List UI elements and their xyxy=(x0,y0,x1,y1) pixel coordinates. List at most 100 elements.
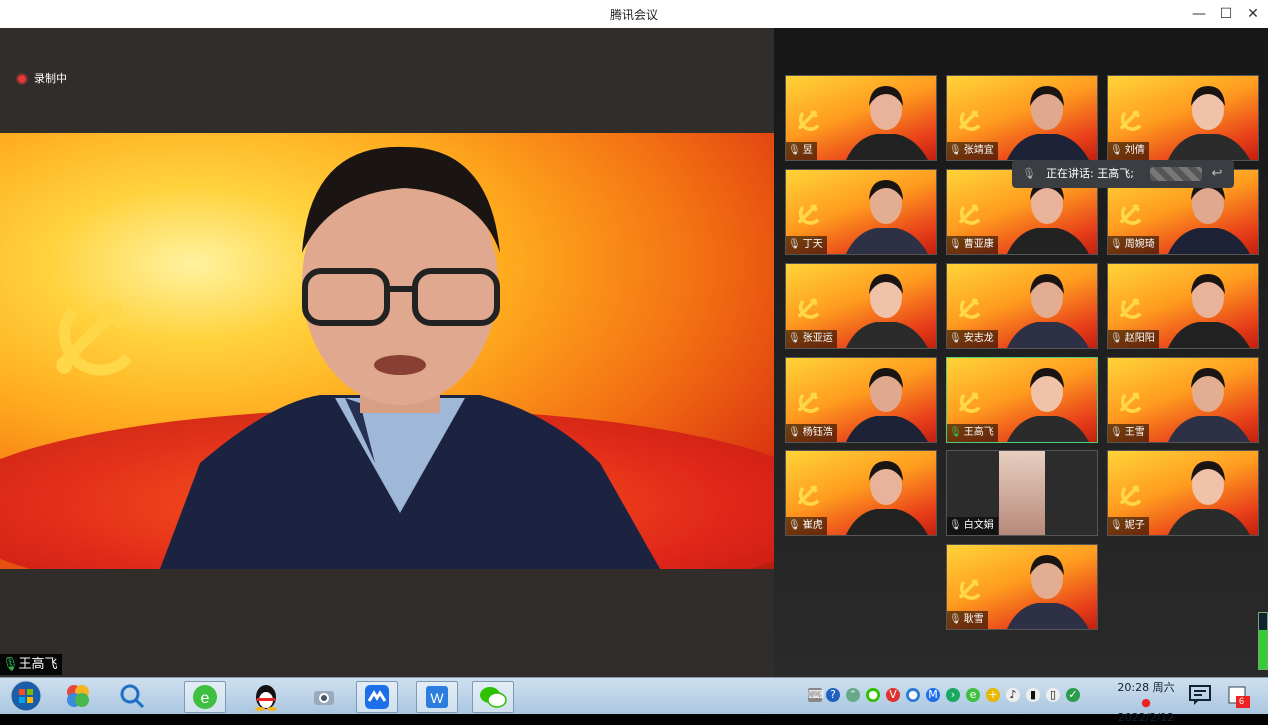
browser-tray-icon[interactable]: e xyxy=(966,688,980,702)
participant-tile[interactable]: 🎙 王雪 xyxy=(1107,357,1259,443)
network-signal-icon[interactable]: ▮ xyxy=(1026,688,1040,702)
app-flower-icon xyxy=(67,685,89,707)
maximize-button[interactable]: ☐ xyxy=(1215,3,1237,25)
microphone-icon: 🎙 xyxy=(2,657,19,672)
party-emblem-icon xyxy=(794,198,824,232)
participant-tile[interactable]: 🎙 白文娟 xyxy=(946,450,1098,536)
tencent-meeting-tray-icon[interactable]: M xyxy=(926,688,940,702)
microphone-icon: 🎙 xyxy=(949,333,962,344)
party-emblem-icon xyxy=(955,104,985,138)
audio-level-fill xyxy=(1259,629,1267,669)
participant-tile[interactable]: 🎙 杨钰浩 xyxy=(785,357,937,443)
participant-name-label: 🎙 白文娟 xyxy=(947,517,998,535)
participant-name-label: 🎙 张靖宜 xyxy=(947,142,998,160)
party-emblem-icon xyxy=(794,292,824,326)
participant-name-label: 🎙 赵阳阳 xyxy=(1108,330,1159,348)
party-emblem-icon xyxy=(955,292,985,326)
participant-figure xyxy=(846,274,928,348)
participant-name-label: 🎙 王雪 xyxy=(1108,424,1149,442)
collapse-icon[interactable]: ↩ xyxy=(1206,160,1228,188)
expand-tray-icon[interactable]: ⌃ xyxy=(846,688,860,702)
participant-name: 王高飞 xyxy=(963,427,994,438)
clock-time: 20:28 周六● xyxy=(1117,681,1175,709)
participant-name-label: 🎙 杨钰浩 xyxy=(786,424,837,442)
participant-name: 妮子 xyxy=(1124,520,1145,531)
network-app-icon[interactable]: ● xyxy=(906,688,920,702)
participant-name: 杨钰浩 xyxy=(802,427,833,438)
taskbar-qq[interactable] xyxy=(246,681,286,711)
tencent-meeting-icon xyxy=(365,685,389,709)
party-emblem-icon xyxy=(1116,198,1146,232)
microphone-icon: 🎙 xyxy=(788,427,801,438)
antivirus-icon[interactable]: V xyxy=(886,688,900,702)
close-button[interactable]: ✕ xyxy=(1242,3,1264,25)
taskbar-app-camera[interactable] xyxy=(304,681,344,711)
microphone-icon: 🎙 xyxy=(949,145,962,156)
participant-tile[interactable]: 🎙 刘倩 xyxy=(1107,75,1259,161)
record-dot-icon xyxy=(18,75,26,83)
party-emblem-icon xyxy=(794,479,824,513)
participant-tile[interactable]: 🎙 张靖宜 xyxy=(946,75,1098,161)
portrait-video xyxy=(999,451,1045,535)
microphone-icon: 🎙 xyxy=(788,145,801,156)
taskbar-wechat[interactable] xyxy=(472,681,514,713)
participant-tile[interactable]: 🎙 妮子 xyxy=(1107,450,1259,536)
keyboard-icon[interactable]: ⌨ xyxy=(808,688,824,702)
security-tray-icon[interactable]: + xyxy=(986,688,1000,702)
participant-tile[interactable]: 🎙 赵阳阳 xyxy=(1107,263,1259,349)
help-icon[interactable]: ? xyxy=(826,688,840,702)
participant-tile[interactable]: 🎙 耿雪 xyxy=(946,544,1098,630)
window-title: 腾讯会议 xyxy=(609,8,658,22)
clock-date: 2022/2/12 xyxy=(1117,711,1175,724)
participant-tile[interactable]: 🎙 张亚运 xyxy=(785,263,937,349)
participant-figure xyxy=(1007,274,1089,348)
participant-name: 刘倩 xyxy=(1124,145,1145,156)
taskbar-tencent-meeting[interactable] xyxy=(356,681,398,713)
party-emblem-icon xyxy=(794,386,824,420)
participant-name: 周婉琦 xyxy=(1124,239,1155,250)
party-emblem-icon xyxy=(955,198,985,232)
participant-name-label: 🎙 周婉琦 xyxy=(1108,236,1159,254)
participant-gallery: 🎙 昱 🎙 张靖宜 🎙 刘倩 🎙 丁天 🎙 曹亚康 🎙 周婉琦 🎙 张亚运 🎙 安志龙 🎙 赵阳阳 🎙 杨钰浩 🎙 王高飞… xyxy=(774,28,1268,677)
audio-level-meter xyxy=(1258,612,1268,670)
participant-figure xyxy=(846,368,928,442)
battery-icon[interactable]: ▯ xyxy=(1046,688,1060,702)
participant-tile[interactable]: 🎙 安志龙 xyxy=(946,263,1098,349)
participant-figure xyxy=(1168,461,1250,535)
participant-tile[interactable]: 🎙 王高飞 xyxy=(946,357,1098,443)
party-emblem-icon xyxy=(1116,104,1146,138)
microphone-icon: 🎙 xyxy=(1110,145,1123,156)
start-button[interactable] xyxy=(6,680,46,712)
play-icon[interactable]: › xyxy=(946,688,960,702)
participant-name-label: 🎙 昱 xyxy=(786,142,817,160)
participant-figure xyxy=(846,180,928,254)
main-video[interactable] xyxy=(0,133,774,569)
participant-tile[interactable]: 🎙 崔虎 xyxy=(785,450,937,536)
participant-name-label: 🎙 张亚运 xyxy=(786,330,837,348)
participant-name: 王雪 xyxy=(1124,427,1145,438)
participant-name-label: 🎙 耿雪 xyxy=(947,611,988,629)
microphone-icon: 🎙 xyxy=(1110,520,1123,531)
camera-app-icon xyxy=(314,691,334,705)
volume-icon[interactable]: ♪ xyxy=(1006,688,1020,702)
participant-tile[interactable]: 🎙 丁天 xyxy=(785,169,937,255)
microphone-icon: 🎙 xyxy=(949,614,962,625)
main-stage: 录制中 xyxy=(0,28,774,677)
speaking-text: 正在讲话: 王高飞; xyxy=(1046,167,1134,180)
shield-icon[interactable]: ✓ xyxy=(1066,688,1080,702)
participant-tile[interactable]: 🎙 昱 xyxy=(785,75,937,161)
participant-name: 昱 xyxy=(802,145,813,156)
minimize-button[interactable]: — xyxy=(1188,3,1210,25)
participant-name-label: 🎙 曹亚康 xyxy=(947,236,998,254)
participant-name-label: 🎙 安志龙 xyxy=(947,330,998,348)
action-center-button[interactable]: 6 xyxy=(1226,684,1252,714)
taskbar-wps-writer[interactable]: W xyxy=(416,681,458,713)
participant-name: 赵阳阳 xyxy=(1124,333,1155,344)
taskbar-search[interactable] xyxy=(112,681,152,711)
taskbar-app-colorful[interactable] xyxy=(58,681,98,711)
chat-notification-button[interactable] xyxy=(1188,684,1212,710)
taskbar-browser[interactable]: e xyxy=(184,681,226,713)
wechat-tray-icon[interactable]: ● xyxy=(866,688,880,702)
system-clock[interactable]: 20:28 周六● 2022/2/12 xyxy=(1116,680,1176,725)
participant-name: 安志龙 xyxy=(963,333,994,344)
